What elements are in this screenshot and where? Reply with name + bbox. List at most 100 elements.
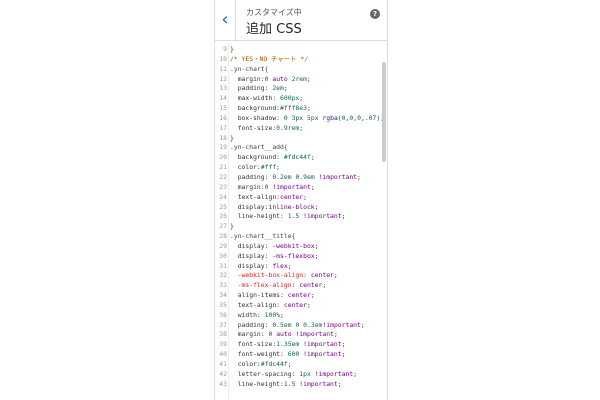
line-number: 38 bbox=[219, 330, 227, 339]
line-number: 20 bbox=[219, 153, 227, 162]
code-line[interactable]: 31 display: flex; bbox=[215, 262, 383, 272]
code-line[interactable]: 19 .yn-chart__add{ bbox=[215, 143, 383, 153]
line-number: 21 bbox=[219, 163, 227, 172]
code-token: !important bbox=[272, 182, 311, 191]
code-token: ; bbox=[353, 369, 358, 378]
chevron-left-icon: ‹ bbox=[221, 9, 229, 30]
code-line[interactable]: 29 display: -webkit-box; bbox=[215, 242, 383, 252]
code-line[interactable]: 37 padding: 0.5em 0 0.3em!important; bbox=[215, 321, 383, 331]
code-token: 0.2em bbox=[272, 172, 292, 181]
code-token: ; bbox=[299, 94, 304, 103]
line-number: 26 bbox=[219, 212, 227, 221]
code-line[interactable]: 41 color:#fdc44f; bbox=[215, 360, 383, 370]
code-token: ; bbox=[287, 261, 292, 270]
line-number: 12 bbox=[219, 74, 227, 83]
code-token: !important bbox=[299, 379, 338, 388]
code-line[interactable]: 27} bbox=[215, 222, 383, 232]
code-token: ; bbox=[306, 300, 311, 309]
code-line[interactable]: 33 -ms-flex-align: center; bbox=[215, 281, 383, 291]
code-token: ; bbox=[307, 74, 311, 83]
code-token: line-height: bbox=[230, 379, 284, 388]
code-token: display: bbox=[230, 241, 273, 250]
code-line[interactable]: 42 letter-spacing: 1px !important; bbox=[215, 370, 383, 380]
code-token: #fff8e3 bbox=[280, 104, 307, 113]
code-line[interactable]: 17 font-size:0.9rem; bbox=[215, 124, 383, 134]
line-number: 39 bbox=[219, 340, 227, 349]
code-line[interactable]: 34 align-items: center; bbox=[215, 291, 383, 301]
code-token: center bbox=[287, 291, 311, 300]
code-line[interactable]: 18} bbox=[215, 134, 383, 144]
code-line[interactable]: 38 margin: 0 auto !important; bbox=[215, 330, 383, 340]
code-token: line-height: bbox=[230, 212, 288, 221]
code-line[interactable]: 14 max-width: 600px; bbox=[215, 94, 383, 104]
code-line[interactable]: 11 .yn-chart{ bbox=[215, 65, 383, 75]
code-line[interactable]: 9} bbox=[215, 45, 383, 55]
line-number: 31 bbox=[219, 261, 227, 270]
code-token: } bbox=[230, 133, 234, 142]
help-icon[interactable]: ? bbox=[370, 9, 380, 19]
code-line[interactable]: 30 display: -ms-flexbox; bbox=[215, 252, 383, 262]
code-token: center bbox=[283, 300, 307, 309]
code-token: ; bbox=[283, 84, 288, 93]
code-line[interactable]: 20 background: #fdc44f; bbox=[215, 153, 383, 163]
code-token: ; bbox=[314, 241, 319, 250]
code-token: !important bbox=[303, 212, 342, 221]
line-number: 35 bbox=[219, 300, 227, 309]
code-token: -webkit-box-align bbox=[230, 271, 304, 280]
code-token: display: bbox=[230, 251, 273, 260]
customizer-panel: ‹ カスタマイズ中 追加 CSS ? 9} 10/* YES・NO チャート */… bbox=[214, 0, 388, 400]
code-line[interactable]: 36 width: 100%; bbox=[215, 311, 383, 321]
code-line[interactable]: 24 text-align:center; bbox=[215, 193, 383, 203]
code-token: !important bbox=[322, 320, 361, 329]
line-number: 33 bbox=[219, 281, 227, 290]
code-token: ; bbox=[333, 330, 338, 339]
line-number: 28 bbox=[219, 232, 227, 241]
line-number: 34 bbox=[219, 291, 227, 300]
code-token: padding: bbox=[230, 172, 273, 181]
line-number: 23 bbox=[219, 182, 227, 191]
code-line[interactable]: 32 -webkit-box-align: center; bbox=[215, 271, 383, 281]
code-line[interactable]: 10/* YES・NO チャート */ bbox=[215, 55, 383, 65]
code-line[interactable]: 22 padding: 0.2em 0.9em !important; bbox=[215, 173, 383, 183]
code-token: ; bbox=[333, 271, 338, 280]
code-token: ; bbox=[341, 340, 346, 349]
line-number: 9 bbox=[223, 45, 227, 53]
code-token: 3px bbox=[291, 113, 304, 122]
code-token: ; bbox=[341, 350, 346, 359]
code-token: 1.5 bbox=[287, 212, 300, 221]
code-line[interactable]: 28 .yn-chart__title{ bbox=[215, 232, 383, 242]
code-line[interactable]: 25 display:inline-block; bbox=[215, 203, 383, 213]
panel-header: ‹ カスタマイズ中 追加 CSS ? bbox=[215, 0, 387, 41]
code-token: !important bbox=[295, 330, 334, 339]
back-button[interactable]: ‹ bbox=[215, 0, 236, 40]
code-line[interactable]: 16 box-shadow: 0 3px 5px rgba(0,0,0,.07)… bbox=[215, 113, 384, 124]
code-token: 600px bbox=[280, 94, 300, 103]
line-number: 30 bbox=[219, 251, 227, 260]
code-line[interactable]: 21 color:#fff; bbox=[215, 163, 383, 173]
code-token: 0.9rem bbox=[276, 123, 300, 132]
code-line[interactable]: 40 font-weight: 600 !important; bbox=[215, 350, 383, 360]
code-token: inline-block bbox=[268, 202, 315, 211]
code-token: flex bbox=[272, 261, 288, 270]
code-token: background: bbox=[230, 153, 284, 162]
code-line[interactable]: 39 font-size:1.35em !important; bbox=[215, 340, 383, 350]
code-token: ; bbox=[314, 202, 319, 211]
code-token: padding: bbox=[230, 320, 273, 329]
code-token: font-weight: bbox=[230, 350, 288, 359]
line-number: 27 bbox=[219, 222, 227, 231]
line-number: 43 bbox=[219, 379, 227, 388]
code-line[interactable]: 23 margin:0 !important; bbox=[215, 183, 383, 193]
css-code-editor[interactable]: 9} 10/* YES・NO チャート */11 .yn-chart{12 marg… bbox=[215, 44, 387, 400]
code-line[interactable]: 12 margin:0 auto 2rem; bbox=[215, 75, 383, 85]
code-line[interactable]: 43 line-height:1.5 !important; bbox=[215, 380, 383, 390]
code-line[interactable]: 13 padding: 2em; bbox=[215, 84, 383, 94]
code-token: ; bbox=[310, 291, 315, 300]
line-number: 41 bbox=[219, 360, 227, 368]
editor-scrollbar[interactable] bbox=[382, 62, 386, 162]
code-line[interactable]: 35 text-align: center; bbox=[215, 301, 383, 311]
code-token: margin: bbox=[230, 74, 265, 83]
code-line[interactable]: 26 line-height: 1.5 !important; bbox=[215, 212, 383, 222]
code-token: .yn-chart{ bbox=[230, 64, 269, 73]
code-line[interactable]: 15 background:#fff8e3; bbox=[215, 104, 383, 114]
code-token: 100% bbox=[264, 310, 281, 319]
